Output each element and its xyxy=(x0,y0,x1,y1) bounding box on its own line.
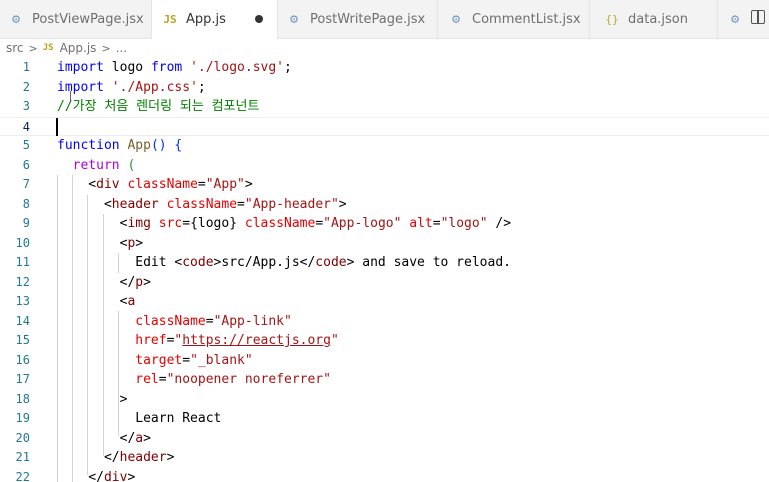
breadcrumb: src > JS App.js > ... xyxy=(6,39,127,57)
line-number: 3 xyxy=(22,99,30,113)
breadcrumb-folder[interactable]: src xyxy=(6,41,24,55)
code-editor[interactable]: 1 import logo from './logo.svg'; 2 import '… xyxy=(0,58,769,482)
code-text: Edit <code>src/App.js</code> and save to… xyxy=(57,255,511,270)
tab-label: PostWritePage.jsx xyxy=(310,11,426,27)
js-file-icon: JS xyxy=(42,43,54,53)
tab-data-json[interactable]: {} data.json xyxy=(590,0,718,38)
code-line[interactable]: 3 //가장 처음 렌더링 되는 컴포넌트 xyxy=(0,97,769,117)
code-line[interactable]: 1 import logo from './logo.svg'; xyxy=(0,58,769,78)
tab-overflow[interactable]: ⚙ xyxy=(718,0,748,38)
code-line[interactable]: 15 href="https://reactjs.org" xyxy=(0,331,769,351)
code-text: <p> xyxy=(57,235,144,251)
split-editor-icon[interactable] xyxy=(751,10,765,24)
code-text: Learn React xyxy=(57,411,222,426)
line-number: 21 xyxy=(15,450,30,464)
line-number: 10 xyxy=(15,235,30,250)
code-text: <img src={logo} className="App-logo" alt… xyxy=(57,216,512,231)
code-text: </p> xyxy=(57,274,151,290)
js-file-icon: JS xyxy=(163,13,177,26)
tab-label: PostViewPage.jsx xyxy=(32,11,144,27)
code-text: rel="noopener noreferrer" xyxy=(135,372,331,387)
line-number: 5 xyxy=(22,138,30,152)
editor-tab-bar: ⚙ PostViewPage.jsx JS App.js ⚙ PostWrite… xyxy=(0,0,769,39)
code-text: </div> xyxy=(57,469,136,482)
code-text: target="_blank" xyxy=(135,352,253,368)
code-text: </a> xyxy=(57,430,151,446)
line-number: 11 xyxy=(15,255,30,269)
code-text: //가장 처음 렌더링 되는 컴포넌트 xyxy=(57,99,260,114)
code-text: <div className="App"> xyxy=(57,177,253,192)
unsaved-dot-icon[interactable] xyxy=(255,15,263,23)
line-number: 19 xyxy=(15,411,30,425)
line-number: 9 xyxy=(22,216,30,230)
line-number: 22 xyxy=(15,469,30,482)
breadcrumb-file[interactable]: App.js xyxy=(60,41,97,55)
text-cursor xyxy=(56,117,58,136)
gear-icon: ⚙ xyxy=(11,12,21,26)
code-line[interactable]: 4 xyxy=(0,116,769,136)
line-number: 1 xyxy=(22,60,30,74)
json-braces-icon: {} xyxy=(605,12,619,26)
tab-postviewpage[interactable]: ⚙ PostViewPage.jsx xyxy=(0,0,152,38)
line-number: 14 xyxy=(15,313,30,328)
code-text: <a xyxy=(57,294,136,309)
code-text: return ( xyxy=(72,157,136,173)
code-line[interactable]: 9 <img src={logo} className="App-logo" a… xyxy=(0,214,769,234)
tab-app-js[interactable]: JS App.js xyxy=(152,0,278,39)
code-text: </header> xyxy=(57,450,175,465)
code-text: > xyxy=(57,391,128,407)
code-line[interactable]: 21 </header> xyxy=(0,448,769,468)
breadcrumb-separator: > xyxy=(28,41,38,55)
code-line[interactable]: 10 <p> xyxy=(0,234,769,254)
line-number: 16 xyxy=(15,352,30,367)
code-text: <header className="App-header"> xyxy=(57,196,347,212)
line-number: 17 xyxy=(15,372,30,386)
gear-icon: ⚙ xyxy=(289,12,299,26)
code-line[interactable]: 14 className="App-link" xyxy=(0,312,769,332)
line-number: 7 xyxy=(22,177,30,191)
gear-icon: ⚙ xyxy=(451,12,461,26)
code-text: function App() { xyxy=(57,138,183,153)
gear-icon: ⚙ xyxy=(730,12,740,26)
line-number: 2 xyxy=(22,79,30,94)
code-line[interactable]: 5 function App() { xyxy=(0,136,769,156)
code-text: import './App.css'; xyxy=(57,79,206,95)
code-text: import logo from './logo.svg'; xyxy=(57,60,292,75)
line-number: 18 xyxy=(15,391,30,406)
line-number: 12 xyxy=(15,274,30,289)
line-number: 8 xyxy=(22,196,30,211)
code-text: href="https://reactjs.org" xyxy=(135,333,339,348)
code-line[interactable]: 12 </p> xyxy=(0,273,769,293)
code-line[interactable]: 22 </div> xyxy=(0,468,769,482)
breadcrumb-symbols[interactable]: ... xyxy=(116,41,127,55)
line-number: 6 xyxy=(22,157,30,172)
tab-label: data.json xyxy=(628,11,688,27)
code-line[interactable]: 18 > xyxy=(0,390,769,410)
line-number: 13 xyxy=(15,294,30,308)
tab-postwritepage[interactable]: ⚙ PostWritePage.jsx xyxy=(278,0,438,38)
code-line[interactable]: 19 Learn React xyxy=(0,409,769,429)
code-line[interactable]: 17 rel="noopener noreferrer" xyxy=(0,370,769,390)
code-line[interactable]: 13 <a xyxy=(0,292,769,312)
code-line[interactable]: 2 import './App.css'; xyxy=(0,78,769,98)
code-line[interactable]: 7 <div className="App"> xyxy=(0,175,769,195)
breadcrumb-separator: > xyxy=(101,41,111,55)
tab-label: App.js xyxy=(186,12,226,27)
code-line[interactable]: 11 Edit <code>src/App.js</code> and save… xyxy=(0,253,769,273)
code-text: className="App-link" xyxy=(135,313,292,329)
line-number: 4 xyxy=(22,119,30,134)
code-line[interactable]: 20 </a> xyxy=(0,429,769,449)
mouse-ibeam-cursor xyxy=(70,91,71,103)
code-line[interactable]: 8 <header className="App-header"> xyxy=(0,195,769,215)
line-number: 15 xyxy=(15,333,30,347)
tab-commentlist[interactable]: ⚙ CommentList.jsx xyxy=(438,0,590,38)
code-line[interactable]: 6 return ( xyxy=(0,156,769,176)
code-line[interactable]: 16 target="_blank" xyxy=(0,351,769,371)
line-number: 20 xyxy=(15,430,30,445)
tab-label: CommentList.jsx xyxy=(472,11,581,27)
